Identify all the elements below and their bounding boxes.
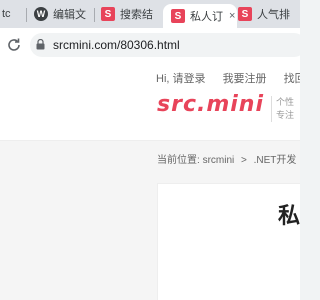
breadcrumb: 当前位置: srcmini > .NET开发 > [157, 151, 300, 166]
content-area: 私 [0, 173, 300, 300]
tab-3[interactable]: S 搜索结 × [101, 2, 159, 26]
srcmini-icon: S [101, 7, 115, 21]
breadcrumb-category[interactable]: .NET开发 [254, 155, 297, 166]
breadcrumb-separator: > [241, 155, 247, 166]
srcmini-icon: S [238, 7, 252, 21]
lock-icon [36, 39, 45, 50]
tab-2-title: 编辑文 [53, 9, 86, 21]
tab-divider [94, 8, 95, 22]
slogan-line: 专注 [276, 110, 295, 120]
login-link[interactable]: Hi, 请登录 [156, 73, 206, 85]
breadcrumb-prefix: 当前位置: [157, 155, 200, 166]
web-page: Hi, 请登录 我要注册 找回 src.mini 个性 专注 当前位置: src… [0, 62, 300, 300]
site-logo[interactable]: src.mini [157, 92, 264, 126]
tab-2[interactable]: W 编辑文 × [34, 2, 90, 26]
article-title: 私 [278, 203, 300, 228]
tab-1-title: tc [2, 8, 11, 20]
tab-3-title: 搜索结 [120, 9, 153, 21]
browser-tab-strip: tc W 编辑文 × S 搜索结 × S 私人订 × S 人气排 [0, 0, 300, 28]
browser-toolbar: srcmini.com/80306.html [0, 28, 306, 62]
article-card: 私 [157, 183, 300, 300]
tab-5[interactable]: S 人气排 [238, 2, 300, 26]
wordpress-icon: W [34, 7, 48, 21]
register-link[interactable]: 我要注册 [223, 73, 267, 85]
close-icon[interactable]: × [229, 10, 235, 22]
slogan-line: 个性 [276, 97, 295, 107]
address-bar[interactable]: srcmini.com/80306.html [30, 33, 306, 57]
top-user-links: Hi, 请登录 我要注册 找回 [156, 70, 300, 86]
site-slogan: 个性 专注 [276, 96, 294, 122]
tab-4-active[interactable]: S 私人订 × [163, 4, 237, 28]
logo-divider [271, 96, 272, 122]
url-text: srcmini.com/80306.html [53, 38, 180, 52]
tab-4-title: 私人订 [190, 11, 223, 23]
tab-1[interactable]: tc [2, 2, 24, 26]
breadcrumb-home[interactable]: srcmini [203, 155, 235, 166]
tab-5-title: 人气排 [257, 9, 290, 21]
breadcrumb-bar: 当前位置: srcmini > .NET开发 > [0, 140, 300, 174]
reload-icon[interactable] [6, 37, 22, 53]
recover-link[interactable]: 找回 [284, 73, 300, 85]
logo-text: src.mini [157, 92, 265, 117]
tab-divider [26, 8, 27, 22]
srcmini-icon: S [171, 9, 185, 23]
